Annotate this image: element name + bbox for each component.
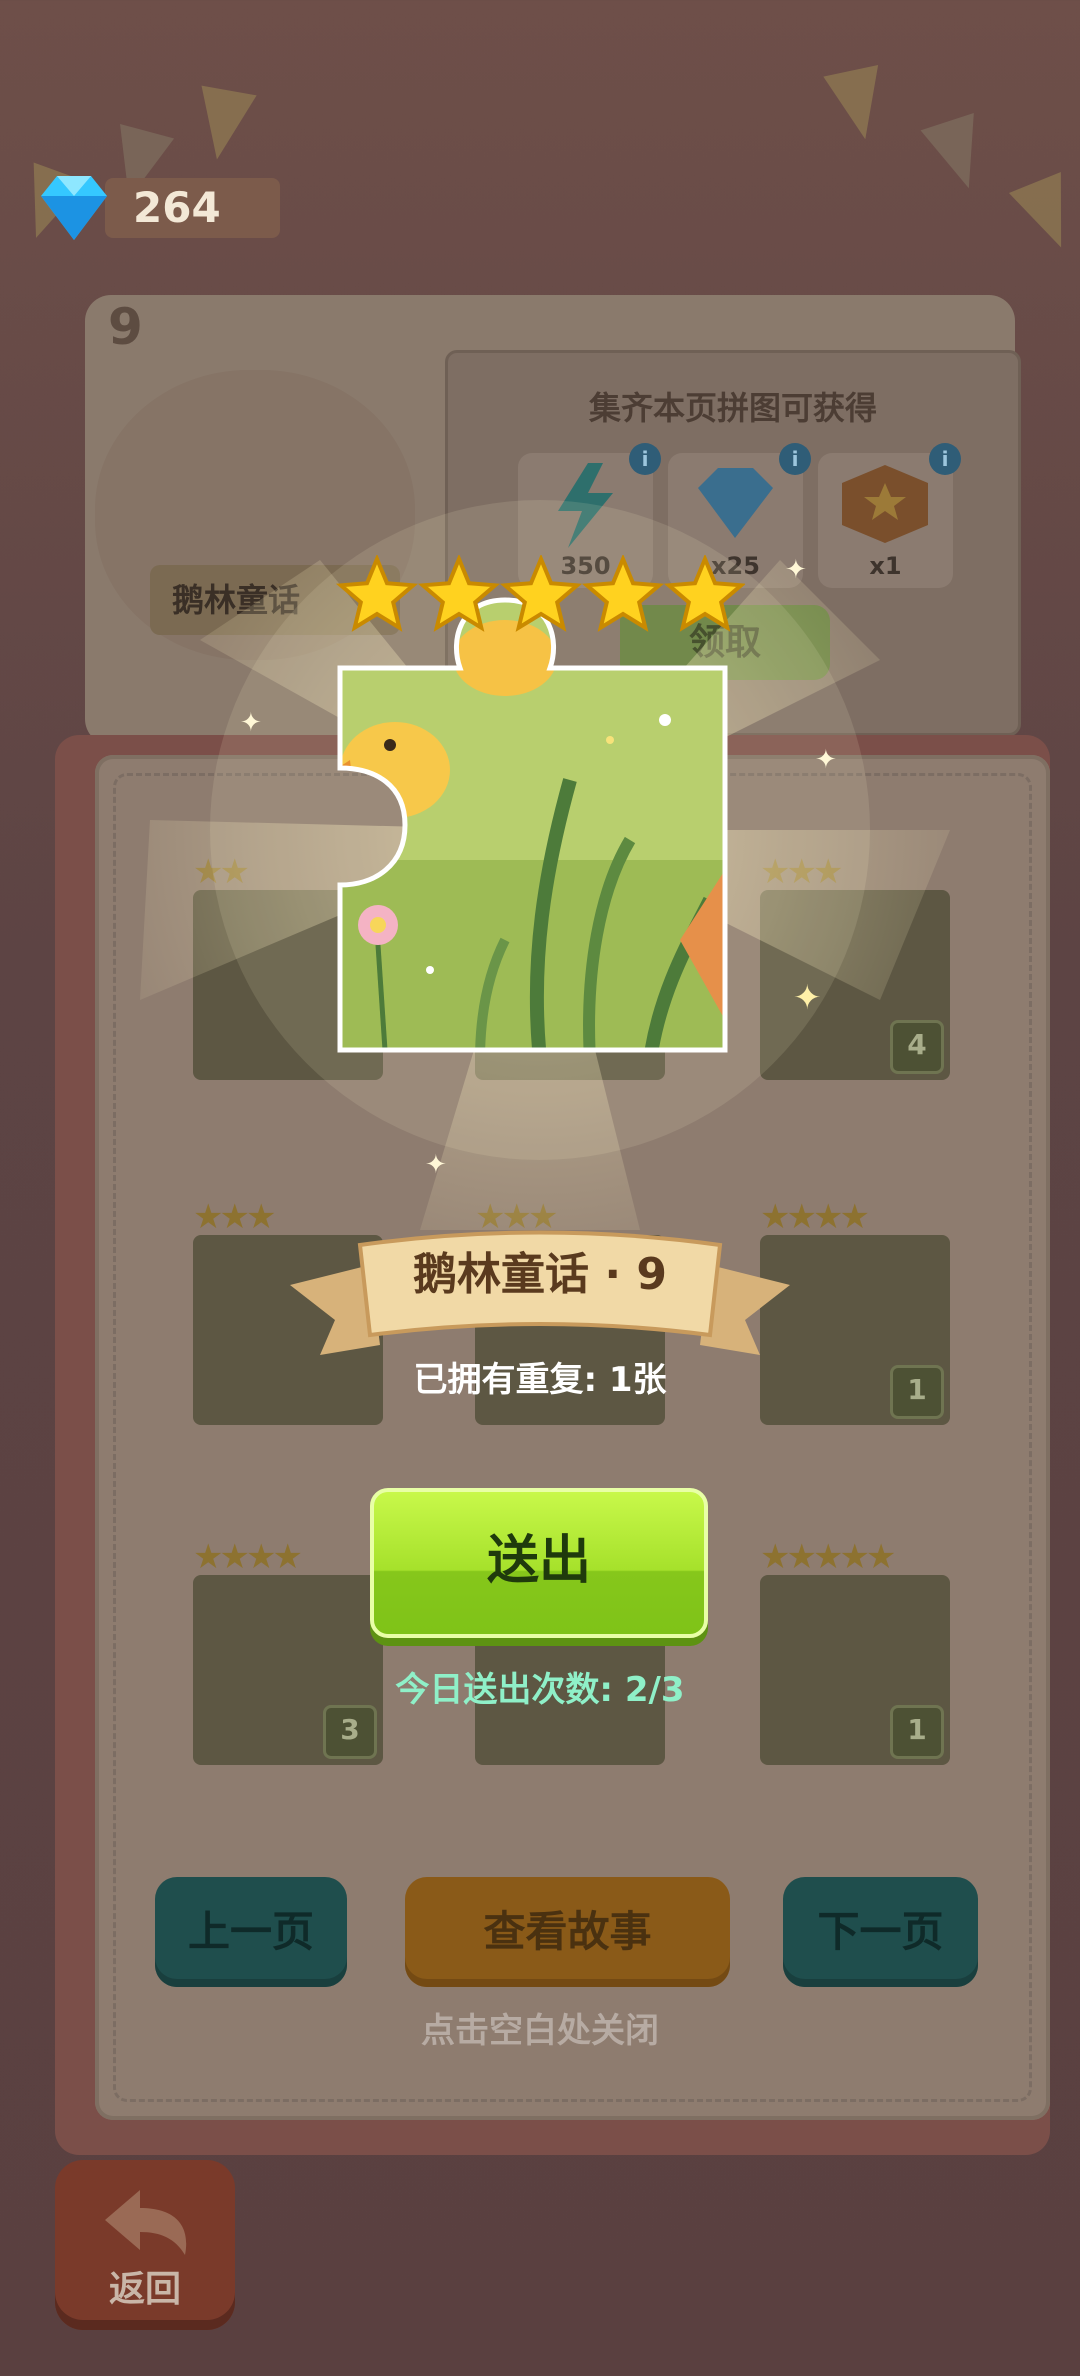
gem-icon xyxy=(41,176,107,240)
sparkle-icon: ✦ xyxy=(793,978,822,1018)
back-label: 返回 xyxy=(108,2269,181,2310)
bunting-right xyxy=(790,60,1080,280)
close-hint: 点击空白处关闭 xyxy=(421,2011,659,2051)
prev-page-button[interactable]: 上一页 xyxy=(155,1877,347,1987)
info-icon[interactable]: i xyxy=(779,443,811,475)
sparkle-icon: ✦ xyxy=(240,708,262,738)
sparkle-icon: ✦ xyxy=(815,745,837,775)
slot-stars: ★★★ xyxy=(193,1197,276,1237)
gem-count: 264 xyxy=(133,183,221,232)
daily-send-count: 今日送出次数: 2/3 xyxy=(395,1670,685,1710)
slot-count-badge: 4 xyxy=(890,1020,944,1074)
star-icon xyxy=(663,553,747,632)
star-icon xyxy=(417,553,501,632)
next-page-button[interactable]: 下一页 xyxy=(783,1877,978,1987)
star-icon xyxy=(499,553,583,632)
info-icon[interactable]: i xyxy=(629,443,661,475)
reward-chest[interactable]: x1 i xyxy=(818,443,961,588)
send-button[interactable]: 送出 xyxy=(370,1488,708,1638)
piece-title: 鹅林童话 · 9 xyxy=(413,1249,667,1300)
view-story-button[interactable]: 查看故事 xyxy=(405,1877,730,1987)
star-icon xyxy=(335,553,419,632)
info-icon[interactable]: i xyxy=(929,443,961,475)
slot-stars: ★★ xyxy=(193,852,250,892)
back-arrow-icon xyxy=(105,2190,187,2255)
sparkle-icon: ✦ xyxy=(785,555,807,585)
back-button[interactable]: 返回 xyxy=(55,2160,235,2330)
reward-count: x1 xyxy=(869,552,902,580)
puzzle-slot[interactable]: ★★★ 4 xyxy=(760,852,950,1080)
slot-stars: ★★★★★ xyxy=(760,1537,896,1577)
reward-panel-title: 集齐本页拼图可获得 xyxy=(588,389,877,427)
sparkle-icon: ✦ xyxy=(425,1150,447,1180)
slot-stars: ★★★ xyxy=(760,852,843,892)
piece-rating-stars xyxy=(335,553,747,640)
star-icon xyxy=(581,553,665,632)
slot-count-badge: 3 xyxy=(323,1705,377,1759)
owned-duplicates: 已拥有重复: 1张 xyxy=(413,1360,667,1400)
slot-stars: ★★★★ xyxy=(193,1537,303,1577)
page-number: 9 xyxy=(108,298,143,356)
slot-count-badge: 1 xyxy=(890,1705,944,1759)
